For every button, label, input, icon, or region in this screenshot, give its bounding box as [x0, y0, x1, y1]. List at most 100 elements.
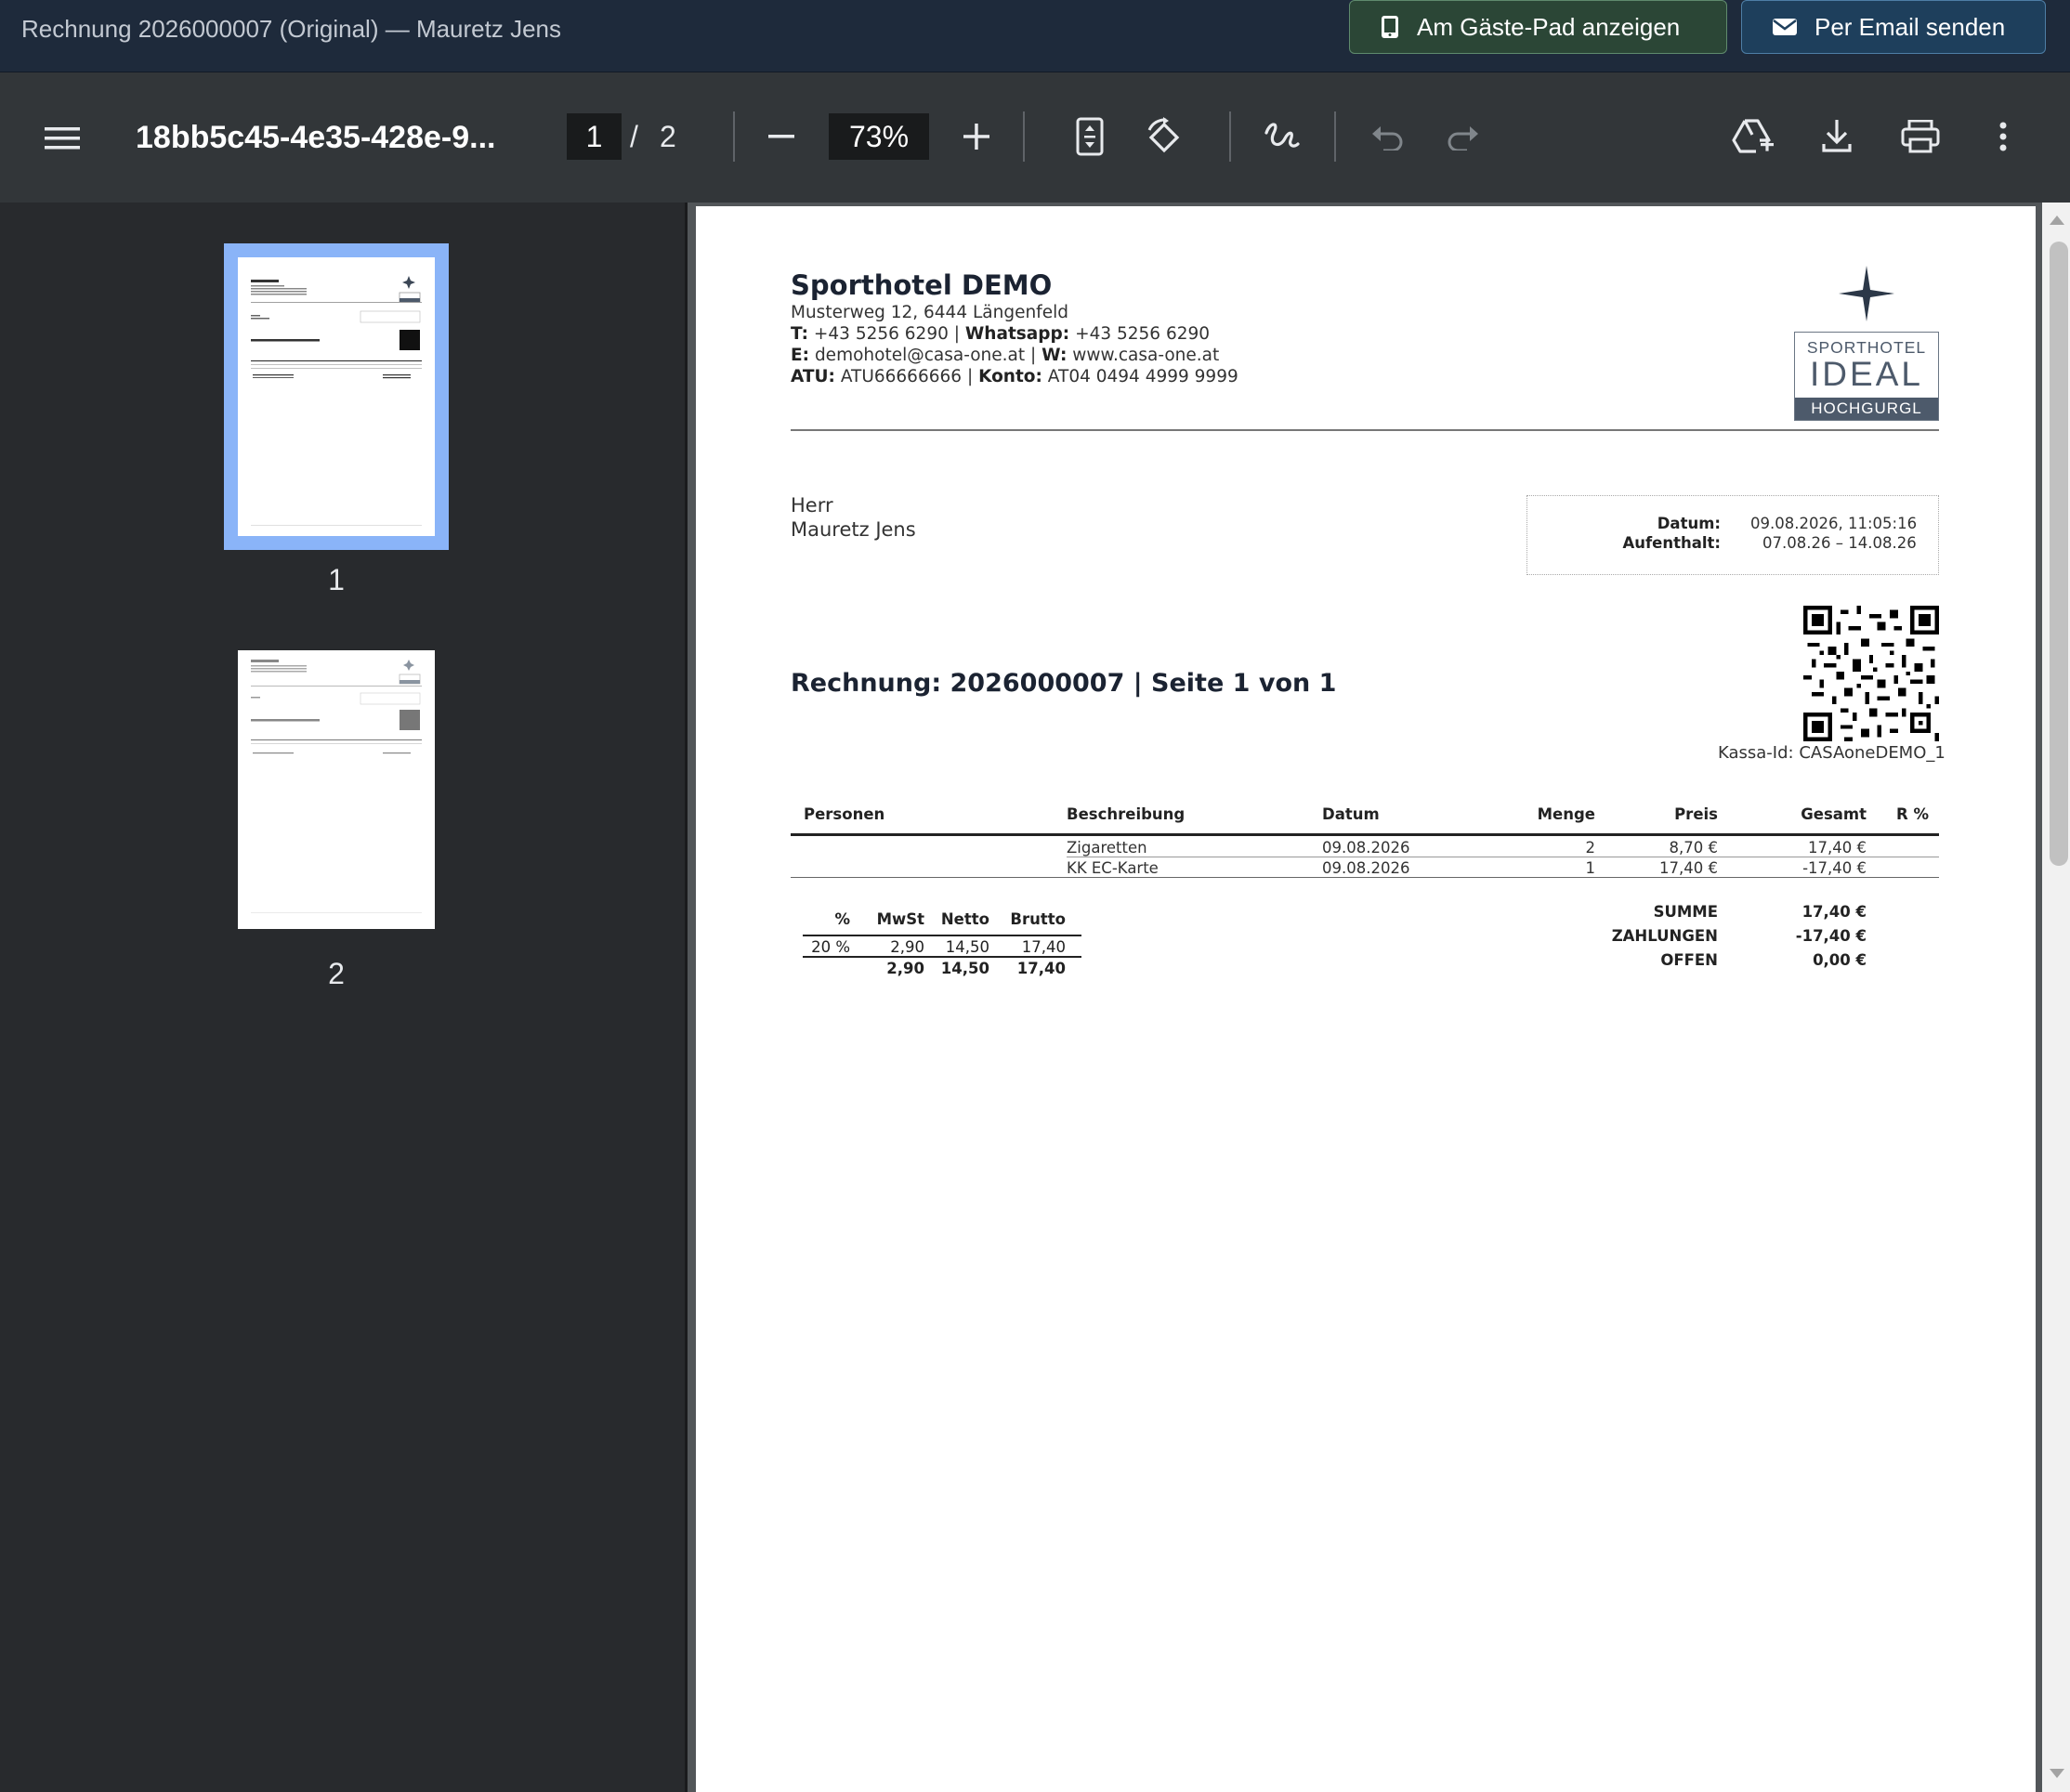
redo-icon	[1448, 126, 1478, 150]
page-separator: /	[630, 120, 638, 153]
row-price: 17,40 €	[1659, 859, 1718, 877]
date-label: Datum:	[1657, 515, 1721, 532]
row-description: KK EC-Karte	[1067, 859, 1159, 877]
table-header-rule	[791, 833, 1939, 836]
download-icon	[1822, 120, 1852, 152]
toolbar-divider	[733, 111, 735, 162]
modal-header: Rechnung 2026000007 (Original) — Mauretz…	[0, 0, 2070, 72]
row-date: 09.08.2026	[1322, 839, 1410, 857]
plus-icon	[963, 124, 989, 150]
row-date: 09.08.2026	[1322, 859, 1410, 877]
header-rule	[791, 429, 1939, 431]
minus-icon	[768, 135, 794, 138]
col-header-rabatt: R %	[1896, 805, 1929, 823]
page-number-input[interactable]: 1	[567, 113, 622, 160]
tax-mwst: 2,90	[890, 938, 924, 956]
fit-page-icon	[1076, 117, 1104, 156]
hotel-tax-line: ATU: ATU66666666 | Konto: AT04 0494 4999…	[791, 367, 1238, 386]
zoom-in-button[interactable]	[957, 113, 996, 160]
hotel-address: Musterweg 12, 6444 Längenfeld	[791, 303, 1068, 322]
col-header-datum: Datum	[1322, 805, 1380, 823]
fit-page-button[interactable]	[1068, 111, 1111, 162]
add-to-drive-icon	[1732, 119, 1774, 153]
envelope-icon	[1773, 19, 1797, 35]
tablet-icon	[1382, 16, 1398, 38]
zoom-out-button[interactable]	[762, 113, 801, 160]
payments-label: ZAHLUNGEN	[1611, 927, 1718, 945]
toolbar-divider	[1229, 111, 1231, 162]
undo-button[interactable]	[1369, 115, 1407, 158]
row-quantity: 2	[1585, 839, 1596, 857]
guest-pad-button[interactable]: Am Gäste-Pad anzeigen	[1349, 0, 1727, 54]
more-options-button[interactable]	[1986, 111, 2020, 162]
row-description: Zigaretten	[1067, 839, 1147, 857]
invoice-title: Rechnung: 2026000007 | Seite 1 von 1	[791, 669, 1337, 698]
hotel-email-line: E: demohotel@casa-one.at | W: www.casa-o…	[791, 346, 1220, 365]
col-header-beschreibung: Beschreibung	[1067, 805, 1186, 823]
row-price: 8,70 €	[1669, 839, 1718, 857]
zoom-level-input[interactable]: 73%	[829, 113, 929, 160]
redo-button[interactable]	[1444, 115, 1481, 158]
tax-netto: 14,50	[945, 938, 989, 956]
col-header-preis: Preis	[1674, 805, 1718, 823]
row-total: 17,40 €	[1808, 839, 1867, 857]
send-email-button-label: Per Email senden	[1815, 12, 2006, 41]
tax-total-mwst: 2,90	[886, 960, 924, 977]
download-button[interactable]	[1817, 111, 1856, 162]
thumbnail-label-1: 1	[328, 563, 345, 596]
add-to-drive-button[interactable]	[1730, 111, 1776, 162]
tax-total-rule	[803, 956, 1081, 958]
undo-icon	[1372, 126, 1403, 150]
print-button[interactable]	[1899, 111, 1942, 162]
send-email-button[interactable]: Per Email senden	[1741, 0, 2046, 54]
sum-value: 17,40 €	[1801, 903, 1867, 921]
page-thumbnail-2[interactable]	[238, 650, 435, 929]
tax-total-netto: 14,50	[940, 960, 989, 977]
page-total: 2	[660, 120, 676, 153]
tax-rate: 20 %	[811, 938, 850, 956]
pdf-toolbar: 18bb5c45-4e35-428e-9... 1 / 2 73%	[0, 72, 2070, 203]
toolbar-divider	[1023, 111, 1025, 162]
col-header-personen: Personen	[804, 805, 885, 823]
stay-label: Aufenthalt:	[1622, 534, 1721, 552]
menu-button[interactable]	[37, 113, 87, 164]
tax-header-rule	[803, 935, 1081, 936]
hamburger-icon	[45, 127, 80, 150]
star-icon	[1839, 266, 1894, 321]
print-icon	[1901, 120, 1940, 153]
document-name: 18bb5c45-4e35-428e-9...	[136, 120, 496, 155]
scroll-up-arrow-icon[interactable]	[2047, 210, 2067, 229]
recipient-name: Mauretz Jens	[791, 518, 916, 541]
annotate-button[interactable]	[1260, 111, 1303, 162]
hotel-name: Sporthotel DEMO	[791, 269, 1053, 301]
hotel-logo: SPORTHOTEL IDEAL HOCHGURGL	[1794, 264, 1939, 427]
tax-header-pct: %	[834, 910, 850, 928]
open-label: OFFEN	[1660, 951, 1718, 969]
qr-code	[1803, 606, 1939, 741]
scrollbar-thumb[interactable]	[2050, 242, 2068, 866]
scroll-down-arrow-icon[interactable]	[2047, 1765, 2067, 1784]
rotate-button[interactable]	[1141, 111, 1189, 162]
pdf-page: Sporthotel DEMO Musterweg 12, 6444 Länge…	[696, 206, 2036, 1792]
col-header-menge: Menge	[1537, 805, 1595, 823]
window-title: Rechnung 2026000007 (Original) — Mauretz…	[21, 15, 562, 43]
tax-header-mwst: MwSt	[876, 910, 924, 928]
rotate-icon	[1147, 117, 1180, 153]
hotel-phone-line: T: +43 5256 6290 | Whatsapp: +43 5256 62…	[791, 324, 1211, 344]
col-header-gesamt: Gesamt	[1801, 805, 1867, 823]
payments-value: -17,40 €	[1795, 927, 1867, 945]
stay-info-box: Datum: 09.08.2026, 11:05:16 Aufenthalt: …	[1526, 495, 1939, 575]
thumbnail-preview	[251, 276, 422, 526]
tax-header-netto: Netto	[940, 910, 989, 928]
tax-header-brutto: Brutto	[1010, 910, 1066, 928]
page-thumbnail-1[interactable]	[238, 257, 435, 536]
toolbar-divider	[1334, 111, 1336, 162]
recipient-salutation: Herr	[791, 494, 833, 517]
sum-label: SUMME	[1653, 903, 1718, 921]
row-quantity: 1	[1585, 859, 1596, 877]
date-value: 09.08.2026, 11:05:16	[1750, 515, 1918, 532]
stay-value: 07.08.26 – 14.08.26	[1762, 534, 1917, 552]
draw-icon	[1264, 123, 1300, 148]
thumbnail-preview	[251, 660, 422, 913]
more-vert-icon	[1999, 122, 2007, 151]
